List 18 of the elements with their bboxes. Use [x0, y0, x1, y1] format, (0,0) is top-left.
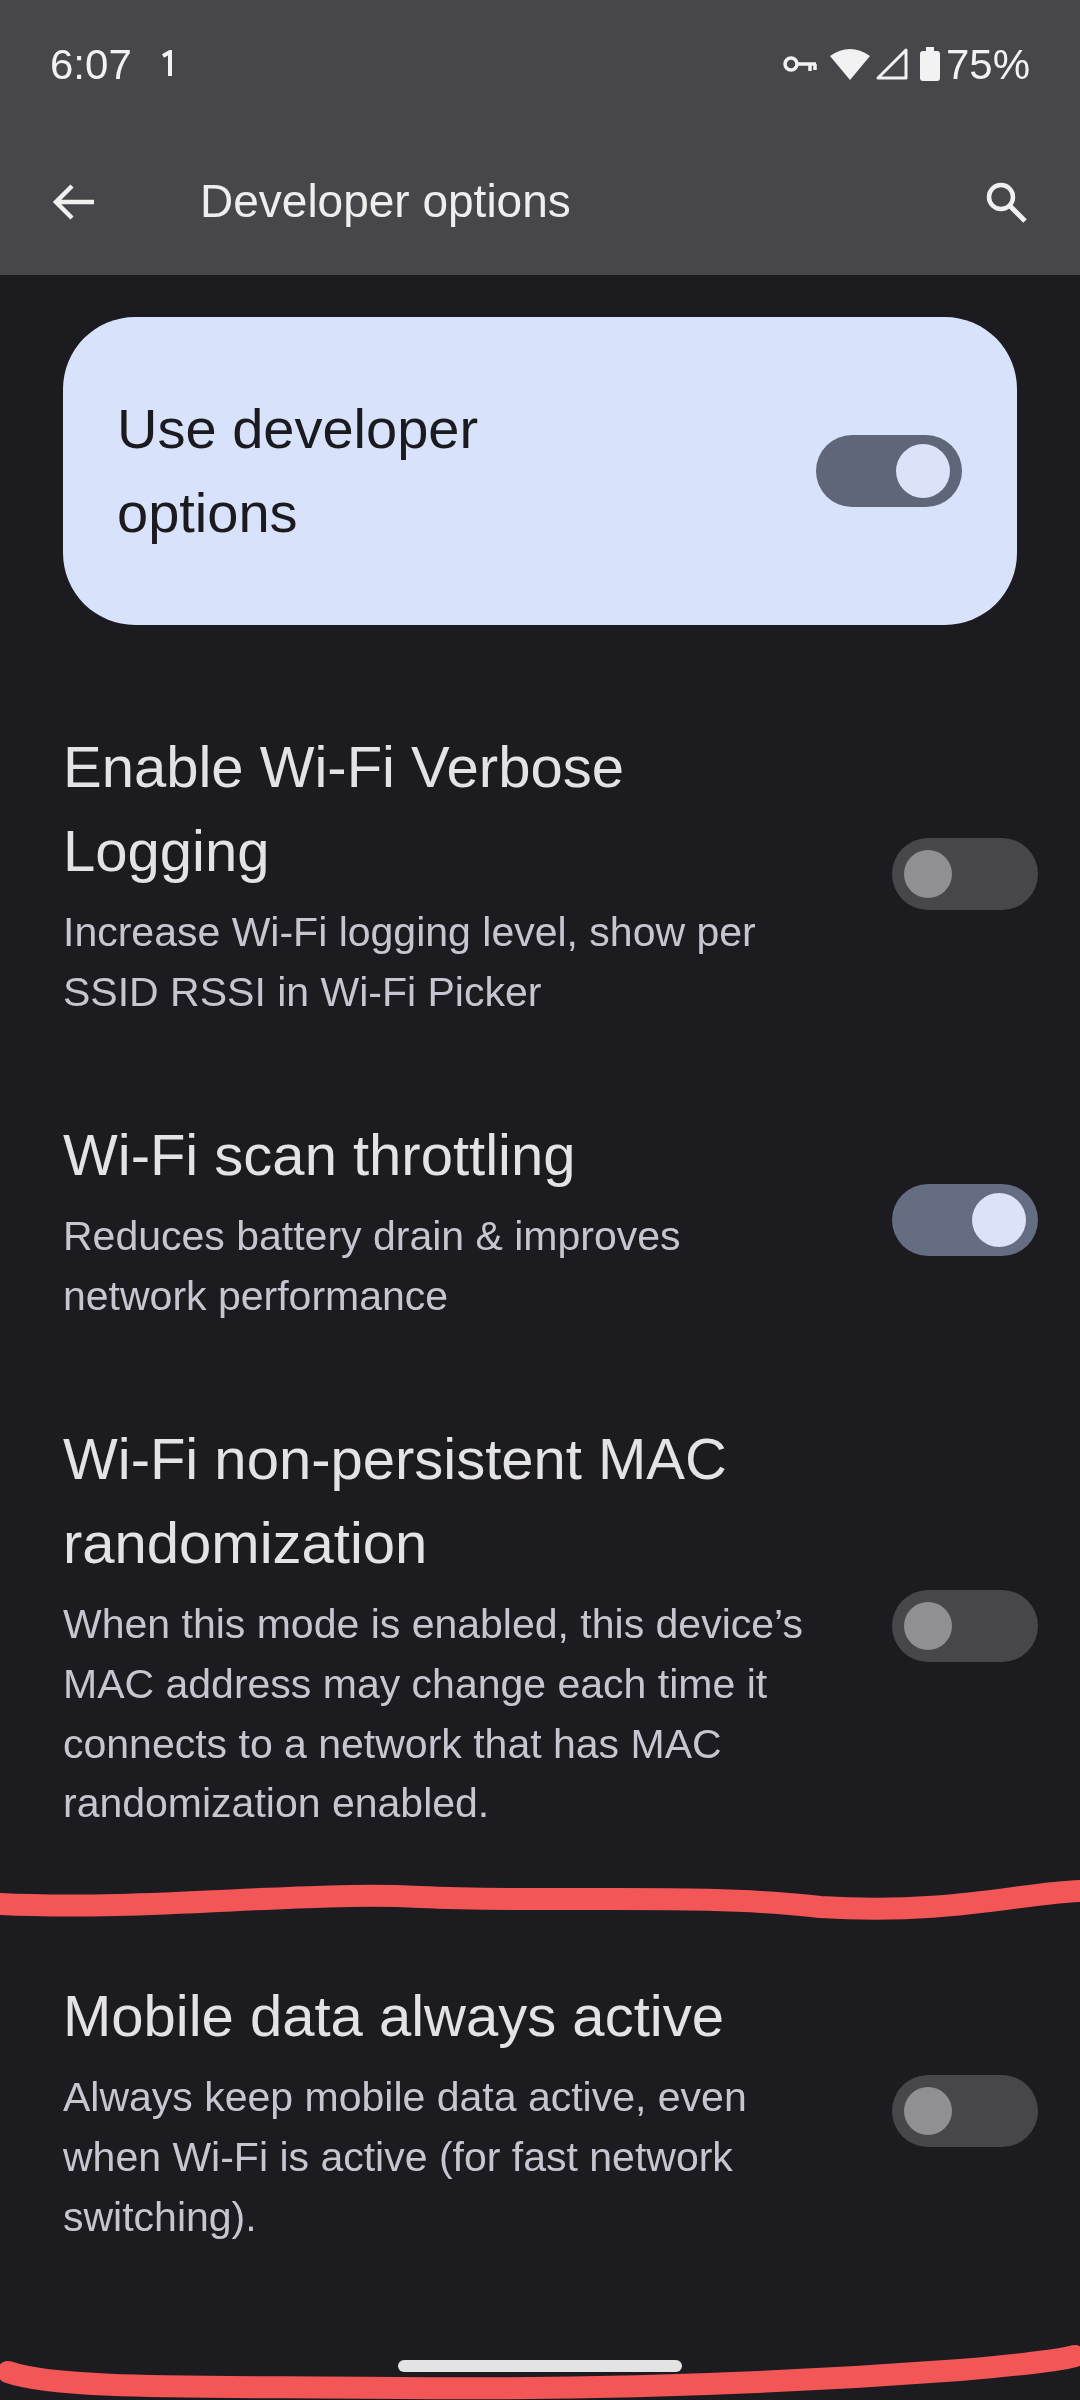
setting-title: Wi-Fi scan throttling	[63, 1120, 577, 1189]
setting-summary: When this mode is enabled, this device’s MAC address may change each time it connects to a network that has MAC randomization enabled.	[63, 1599, 804, 1829]
clock-time: 6:07	[50, 39, 132, 90]
main-switch-label: Use developer options	[117, 396, 480, 546]
signal-icon	[875, 48, 908, 80]
battery-percentage: 75%	[945, 39, 1030, 90]
setting-summary: Always keep mobile data active, even when Wi-Fi is active (for fast network switching).	[63, 2073, 748, 2243]
setting-summary: Reduces battery drain & improves network performance	[63, 1212, 682, 1321]
setting-title: Enable Wi-Fi Verbose Logging	[63, 733, 625, 886]
navigation-handle[interactable]	[398, 2360, 682, 2372]
setting-summary: Increase Wi-Fi logging level, show per SSID RSSI in Wi-Fi Picker	[63, 908, 757, 1018]
wifi-icon	[829, 48, 870, 80]
setting-title: Wi-Fi non-persistent MAC randomization	[63, 1424, 728, 1577]
screen-title: Developer options	[200, 174, 571, 229]
key-icon	[781, 54, 818, 74]
battery-icon	[919, 47, 940, 81]
setting-title: Mobile data always active	[63, 1982, 725, 2051]
main-switch-card[interactable]: Use developer options	[63, 317, 1017, 625]
